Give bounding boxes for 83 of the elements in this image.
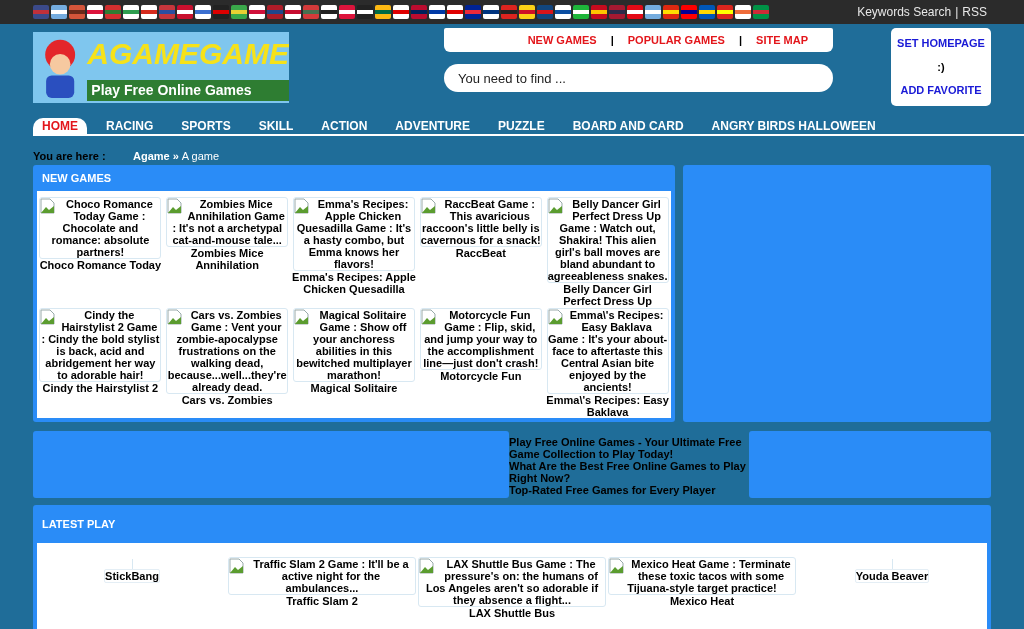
- game-thumbnail[interactable]: RaccBeat Game : This avaricious raccoon's little belly is cavernous for a snack!: [419, 197, 542, 247]
- broken-image-icon: [294, 198, 310, 214]
- nav-link[interactable]: POPULAR GAMES: [627, 31, 725, 49]
- game-thumbnail[interactable]: Zombies Mice Annihilation Game : It's not a archetypal cat-and-mouse tale...: [166, 197, 289, 247]
- logo-tagline: Play Free Online Games: [87, 80, 289, 101]
- article-link[interactable]: Top-Rated Free Games for Every Player: [509, 484, 749, 496]
- flag-icon[interactable]: [483, 5, 499, 19]
- menu-tab[interactable]: RACING: [97, 118, 163, 134]
- game-title-link[interactable]: LAX Shuttle Bus: [468, 607, 556, 619]
- separator: |: [738, 32, 743, 48]
- flag-icon[interactable]: [339, 5, 355, 19]
- menu-tab[interactable]: SKILL: [249, 118, 303, 134]
- game-thumbnail[interactable]: Belly Dancer Girl Perfect Dress Up Game : Watch out, Shakira! This alien girl's ball moves are bland abundant to agreeableness snakes.: [546, 197, 669, 283]
- flag-icon[interactable]: [429, 5, 445, 19]
- side-link[interactable]: ADD FAVORITE: [900, 82, 982, 99]
- broken-image-icon: [420, 198, 437, 214]
- breadcrumb-link[interactable]: Agame: [133, 147, 170, 165]
- game-title-link[interactable]: Cars vs. Zombies: [164, 394, 291, 406]
- game-title-link[interactable]: Belly Dancer Girl Perfect Dress Up: [544, 283, 671, 307]
- breadcrumb-label: You are here :: [33, 148, 107, 164]
- site-logo[interactable]: AGAMEGAME Play Free Online Games: [33, 32, 289, 103]
- breadcrumb-current: A game: [181, 148, 220, 164]
- game-thumbnail[interactable]: Mexico Heat Game : Terminate these toxic tacos with some Tijuana-style target practice!: [608, 557, 796, 595]
- game-thumbnail[interactable]: LAX Shuttle Bus Game : The pressure's on: the humans of Los Angeles aren't so adorable if they absence a flight...: [418, 557, 606, 607]
- flag-icon[interactable]: [321, 5, 337, 19]
- nav-link[interactable]: NEW GAMES: [527, 31, 597, 49]
- nav-link[interactable]: SITE MAP: [756, 31, 808, 49]
- game-title-link[interactable]: Choco Romance Today: [37, 259, 164, 271]
- panel-title: NEW GAMES: [41, 170, 113, 186]
- flag-icon[interactable]: [627, 5, 643, 19]
- separator: |: [610, 32, 614, 48]
- menu-tab[interactable]: ADVENTURE: [386, 118, 480, 134]
- game-thumbnail[interactable]: Emma\'s Recipes: Easy Baklava Game : It's your about-face to aftertaste this Central Asian bite enjoyed by the ancients!: [546, 308, 669, 394]
- game-thumbnail[interactable]: StickBang: [104, 569, 160, 583]
- game-title-link[interactable]: Cindy the Hairstylist 2: [37, 382, 164, 394]
- game-title-link[interactable]: RaccBeat: [417, 247, 544, 259]
- broken-image-icon: [167, 309, 184, 325]
- flag-icon[interactable]: [177, 5, 193, 19]
- smiley-text: :): [937, 59, 945, 75]
- game-title-link[interactable]: Magical Solitaire: [291, 382, 417, 394]
- game-title-link[interactable]: Motorcycle Fun: [417, 370, 544, 382]
- broken-image-icon: [167, 198, 184, 214]
- rss-link[interactable]: RSS: [962, 3, 987, 21]
- menu-tab[interactable]: ACTION: [312, 118, 377, 134]
- broken-image-icon: [40, 198, 57, 214]
- menu-tab[interactable]: HOME: [33, 118, 87, 134]
- game-thumbnail[interactable]: Choco Romance Today Game : Chocolate and romance: absolute partners!: [39, 197, 162, 259]
- game-thumbnail[interactable]: Youda Beaver: [854, 569, 930, 583]
- menu-tab[interactable]: ANGRY BIRDS HALLOWEEN: [702, 118, 885, 134]
- search-field[interactable]: You need to find ...: [444, 64, 833, 92]
- broken-image-icon: [229, 558, 245, 574]
- game-title-link[interactable]: Traffic Slam 2: [286, 595, 358, 607]
- game-thumbnail[interactable]: Magical Solitaire Game : Show off your anchoress abilities in this bewitched multiplayer marathon!: [293, 308, 415, 382]
- broken-image-icon: [420, 309, 437, 325]
- flag-icon[interactable]: [357, 5, 373, 19]
- game-title-link[interactable]: Mexico Heat: [669, 595, 735, 607]
- game-title-link[interactable]: Zombies Mice Annihilation: [164, 247, 291, 271]
- breadcrumb-separator: »: [172, 148, 179, 164]
- game-thumbnail[interactable]: Motorcycle Fun Game : Flip, skid, and jump your way to the accomplishment line—just don't crash!: [419, 308, 542, 370]
- game-thumbnail[interactable]: Emma's Recipes: Apple Chicken Quesadilla Game : It's a hasty combo, but Emma knows her flavors!: [293, 197, 415, 271]
- menu-tab[interactable]: BOARD AND CARD: [563, 118, 693, 134]
- menu-tab[interactable]: PUZZLE: [489, 118, 554, 134]
- menu-tab[interactable]: SPORTS: [172, 118, 240, 134]
- broken-image-icon: [419, 558, 435, 574]
- game-thumbnail[interactable]: Cindy the Hairstylist 2 Game : Cindy the bold stylist is back, acid and abridgement her way to adorable hair!: [39, 308, 162, 382]
- broken-image-icon: [40, 309, 57, 325]
- broken-image-icon: [609, 558, 625, 574]
- game-title-link[interactable]: Emma's Recipes: Apple Chicken Quesadilla: [291, 271, 417, 295]
- panel-title: LATEST PLAY: [41, 516, 117, 532]
- separator: |: [955, 4, 959, 21]
- keywords-search-link[interactable]: Keywords Search: [857, 3, 952, 21]
- side-link[interactable]: SET HOMEPAGE: [897, 35, 985, 52]
- game-thumbnail[interactable]: Traffic Slam 2 Game : It'll be a active night for the ambulances...: [228, 557, 416, 595]
- game-title-link[interactable]: Emma\'s Recipes: Easy Baklava: [544, 394, 671, 418]
- game-thumbnail[interactable]: Cars vs. Zombies Game : Vent your zombie-apocalypse frustrations on the walking dead, because...well...they're already dead.: [166, 308, 289, 394]
- broken-image-icon: [547, 309, 564, 325]
- article-link[interactable]: Play Free Online Games - Your Ultimate Free Game Collection to Play Today!: [509, 436, 749, 460]
- flag-icon[interactable]: [555, 5, 571, 19]
- broken-image-icon: [294, 309, 310, 325]
- article-link[interactable]: What Are the Best Free Online Games to Play Right Now?: [509, 460, 749, 484]
- flag-icon[interactable]: [285, 5, 301, 19]
- logo-title: AGAMEGAME: [87, 36, 289, 72]
- broken-image-icon: [547, 198, 564, 214]
